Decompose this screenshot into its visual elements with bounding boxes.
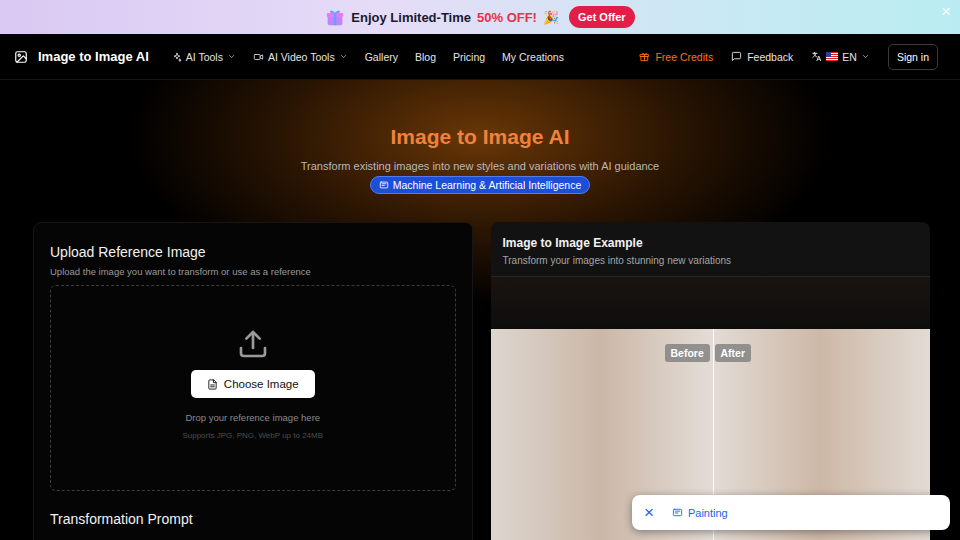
language-selector[interactable]: EN xyxy=(811,51,870,63)
logo[interactable]: Image to Image AI xyxy=(14,49,149,64)
hero-subtitle: Transform existing images into new style… xyxy=(301,160,660,173)
feedback-link[interactable]: Feedback xyxy=(731,51,793,63)
nav-label: Blog xyxy=(415,51,436,63)
logo-text: Image to Image AI xyxy=(38,49,149,64)
nav-item[interactable]: AI Tools xyxy=(172,51,236,63)
prompt-title: Transformation Prompt xyxy=(50,511,456,527)
close-banner-button[interactable]: × xyxy=(941,3,951,20)
nav-label: Pricing xyxy=(453,51,485,63)
feedback-label: Feedback xyxy=(747,51,793,63)
nav-item[interactable]: AI Video Tools xyxy=(253,51,348,63)
free-credits-label: Free Credits xyxy=(655,51,713,63)
chevron-down-icon xyxy=(227,52,236,61)
close-toast-button[interactable]: × xyxy=(644,504,654,521)
chat-icon xyxy=(731,51,742,62)
nav-item[interactable]: Blog xyxy=(415,51,436,63)
nav-item[interactable]: Gallery xyxy=(365,51,398,63)
upload-icon xyxy=(237,328,269,360)
content: Image to Image AI Transform existing imag… xyxy=(0,80,960,540)
nav-menu: AI Tools AI Video Tools Gallery Blog Pricing… xyxy=(172,51,564,63)
style-label: Painting xyxy=(688,507,728,519)
nav-item[interactable]: My Creations xyxy=(502,51,564,63)
language-label: EN xyxy=(842,51,857,63)
promo-text: Enjoy Limited-Time xyxy=(351,10,471,25)
chevron-down-icon xyxy=(339,52,348,61)
example-header: Image to Image Example Transform your ima… xyxy=(491,222,931,277)
category-badge: Machine Learning & Artificial Intelligen… xyxy=(370,176,591,194)
promo-banner: Enjoy Limited-Time 50% OFF! 🎉 Get Offer × xyxy=(0,0,960,34)
file-icon xyxy=(207,379,218,390)
nav-label: AI Tools xyxy=(186,51,223,63)
format-hint: Supports JPG, PNG, WebP up to 24MB xyxy=(182,431,323,440)
upload-panel: Upload Reference Image Upload the image y… xyxy=(33,222,473,540)
choose-image-button[interactable]: Choose Image xyxy=(191,370,315,398)
translate-icon xyxy=(811,51,822,62)
nav-label: My Creations xyxy=(502,51,564,63)
choose-image-label: Choose Image xyxy=(224,378,299,390)
chip-icon xyxy=(379,180,389,190)
nav-label: AI Video Tools xyxy=(268,51,335,63)
get-offer-button[interactable]: Get Offer xyxy=(569,6,635,28)
nav-right: Free Credits Feedback EN Sign in xyxy=(639,44,938,70)
after-label: After xyxy=(715,344,752,362)
free-credits-link[interactable]: Free Credits xyxy=(639,51,713,63)
sparkle-icon xyxy=(172,52,182,62)
example-title: Image to Image Example xyxy=(503,236,919,251)
upload-subtitle: Upload the image you want to transform o… xyxy=(50,266,456,277)
promo-discount: 50% OFF! xyxy=(477,10,537,25)
promo-emoji: 🎉 xyxy=(543,10,559,25)
upload-title: Upload Reference Image xyxy=(50,243,456,261)
before-label: Before xyxy=(665,344,710,362)
drop-hint: Drop your reference image here xyxy=(185,412,320,423)
badge-label: Machine Learning & Artificial Intelligen… xyxy=(393,179,582,191)
video-icon xyxy=(253,52,264,62)
flag-icon xyxy=(826,52,838,61)
drop-zone[interactable]: Choose Image Drop your reference image he… xyxy=(50,285,456,491)
gift-icon xyxy=(325,8,345,26)
top-nav: Image to Image AI AI Tools AI Video Tools G… xyxy=(0,34,960,80)
gift-icon xyxy=(639,51,650,62)
example-panel: Image to Image Example Transform your ima… xyxy=(491,222,931,540)
sign-in-button[interactable]: Sign in xyxy=(888,44,938,70)
hero-title: Image to Image AI xyxy=(391,124,570,150)
logo-icon xyxy=(14,50,28,64)
main-grid: Upload Reference Image Upload the image y… xyxy=(0,222,960,540)
style-toast: × Painting xyxy=(632,495,950,530)
example-subtitle: Transform your images into stunning new … xyxy=(503,255,919,266)
example-toolbar xyxy=(491,277,931,329)
nav-item[interactable]: Pricing xyxy=(453,51,485,63)
style-chip[interactable]: Painting xyxy=(672,507,728,519)
nav-label: Gallery xyxy=(365,51,398,63)
chevron-down-icon xyxy=(861,52,870,61)
palette-icon xyxy=(672,507,683,518)
hero: Image to Image AI Transform existing imag… xyxy=(0,80,960,222)
